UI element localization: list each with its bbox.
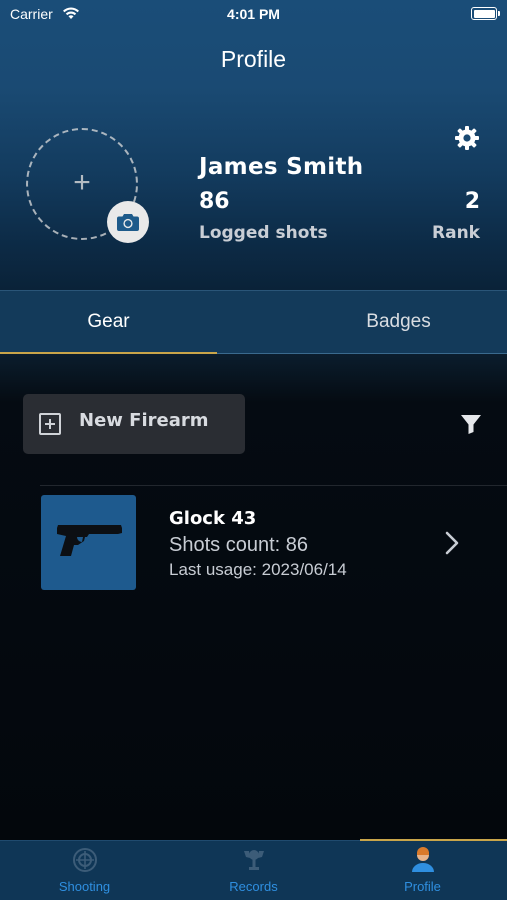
tab-badges[interactable]: Badges xyxy=(290,291,507,355)
battery-icon xyxy=(471,7,500,20)
logged-shots-value: 86 xyxy=(199,189,230,214)
gear-icon xyxy=(455,126,479,150)
add-square-icon xyxy=(39,413,61,435)
chevron-right-icon xyxy=(442,530,462,556)
tabbar-item-profile[interactable]: Profile xyxy=(338,841,507,900)
segment-tabs: Gear Badges xyxy=(0,290,507,354)
filter-icon xyxy=(461,415,481,434)
tabbar-label: Profile xyxy=(404,879,441,894)
trophy-icon xyxy=(241,847,267,873)
profile-header: Carrier 4:01 PM Profile + James Smith 86… xyxy=(0,0,507,290)
filter-button[interactable] xyxy=(459,412,483,436)
bottom-tab-bar: Shooting Records Profile xyxy=(0,839,507,900)
status-bar: Carrier 4:01 PM xyxy=(0,0,507,28)
rank-label: Rank xyxy=(432,223,480,243)
firearm-last-usage: Last usage: 2023/06/14 xyxy=(169,560,347,579)
tab-gear[interactable]: Gear xyxy=(0,291,217,355)
tabbar-item-records[interactable]: Records xyxy=(169,841,338,900)
camera-icon xyxy=(117,214,139,231)
firearm-thumbnail xyxy=(41,495,136,590)
new-firearm-label: New Firearm xyxy=(79,410,209,431)
pistol-icon xyxy=(57,525,122,556)
target-icon xyxy=(72,847,98,873)
tabbar-item-shooting[interactable]: Shooting xyxy=(0,841,169,900)
page-title: Profile xyxy=(220,46,287,72)
person-icon xyxy=(410,847,436,873)
rank-value: 2 xyxy=(464,189,480,214)
user-name: James Smith xyxy=(199,154,364,180)
status-time: 4:01 PM xyxy=(227,6,280,22)
list-item[interactable]: Glock 43 Shots count: 86 Last usage: 202… xyxy=(0,494,507,590)
gear-list: New Firearm Glock 43 Shots count: 86 Las… xyxy=(0,354,507,840)
new-firearm-button[interactable]: New Firearm xyxy=(23,394,245,454)
change-photo-button[interactable] xyxy=(107,201,149,243)
firearm-name: Glock 43 xyxy=(169,508,257,529)
logged-shots-label: Logged shots xyxy=(199,223,328,243)
tabbar-label: Shooting xyxy=(58,879,111,894)
firearm-shots-count: Shots count: 86 xyxy=(169,534,308,556)
divider xyxy=(40,485,507,486)
settings-button[interactable] xyxy=(454,125,480,151)
tabbar-label: Records xyxy=(229,879,278,894)
